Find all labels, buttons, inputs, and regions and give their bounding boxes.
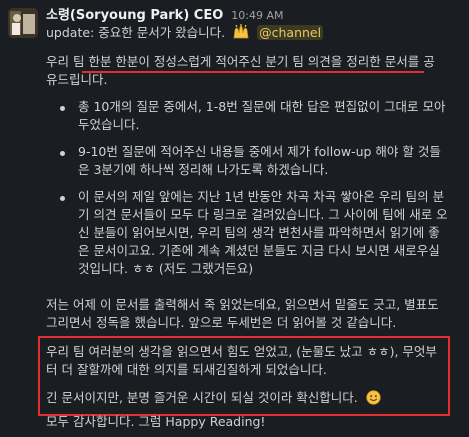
smile-icon [366,390,381,410]
bullet-dot [60,106,65,111]
bullet-dot [60,196,65,201]
bullet-3-line-3: 신 분들이 읽어보시면, 우리 팀의 생각 변천사를 파악하면서 읽기에 좋 [78,225,440,240]
bullet-3-line-1: 이 문서의 제일 앞에는 지난 1년 반동안 차곡 차곡 쌓아온 우리 팀의 분 [78,189,445,204]
print-paragraph-line-2: 그리면서 정독을 했습니다. 앞으로 두세번은 더 읽어볼 것 같습니다. [46,315,397,330]
bullet-1-line-2: 두었습니다. [78,117,140,132]
highlight-line-1: 우리 팀 여러분의 생각을 읽으면서 힘도 얻었고, (눈물도 났고 ㅎㅎ), … [46,344,437,359]
avatar[interactable] [8,8,38,38]
intro-line-1: 우리 팀 한분 한분이 정성스럽게 적어주신 분기 팀 의견을 정리한 문서를 … [46,53,435,71]
message-header: 소령(Soryoung Park) CEO 10:49 AM [46,6,283,25]
avatar-photo-icon [8,8,38,38]
intro-line-2: 유드립니다. [46,71,107,89]
intro-text-2: 유드립니다. [46,72,108,87]
highlight-text-3: 긴 문서이지만, 분명 즐거운 시간이 되실 것이라 확신합니다. [46,390,358,405]
bullet-3-line-4: 은 문서이고요. 기존에 계속 계셨던 분들도 지금 다시 보시면 새로우실 [78,243,440,258]
bullet-dot [60,151,65,156]
channel-mention[interactable]: @channel [257,25,324,40]
bullet-2-line-1: 9-10번 질문에 적어주신 내용들 중에서 제가 follow-up 해야 할… [78,144,441,159]
closing-line: 모두 감사합니다. 그럼 Happy Reading! [46,414,266,429]
message: 소령(Soryoung Park) CEO 10:49 AM update: 중… [0,0,469,437]
timestamp[interactable]: 10:49 AM [231,9,283,22]
raised-hands-icon [232,24,250,45]
highlight-line-2: 터 더 잘할까에 대한 의지를 되새김질하게 되었습니다. [46,362,327,377]
highlight-line-3: 긴 문서이지만, 분명 즐거운 시간이 되실 것이라 확신합니다. [46,389,381,410]
bullet-1-line-1: 총 10개의 질문 중에서, 1-8번 질문에 대한 답은 편집없이 그대로 모… [78,99,446,114]
annotation-underline [82,71,424,73]
bullet-3-line-5: 것입니다. ㅎㅎ (저도 그랬거든요) [78,261,254,276]
update-line: update: 중요한 문서가 왔습니다. @channel [46,24,324,45]
intro-text-1: 우리 팀 한분 한분이 정성스럽게 적어주신 분기 팀 의견을 정리한 문서를 … [46,54,435,69]
author-name[interactable]: 소령(Soryoung Park) CEO [46,8,223,23]
bullet-3-line-2: 기 의견 문서들이 모두 다 링크로 걸려있습니다. 그 사이에 팀에 새로 오 [78,207,448,222]
print-paragraph-line-1: 저는 어제 이 문서를 출력해서 죽 읽었는데요, 읽으면서 밑줄도 긋고, 별… [46,297,439,312]
bullet-2-line-2: 은 3분기에 하나씩 정리해 나가도록 하겠습니다. [78,162,329,177]
update-text: update: 중요한 문서가 왔습니다. [46,25,226,40]
